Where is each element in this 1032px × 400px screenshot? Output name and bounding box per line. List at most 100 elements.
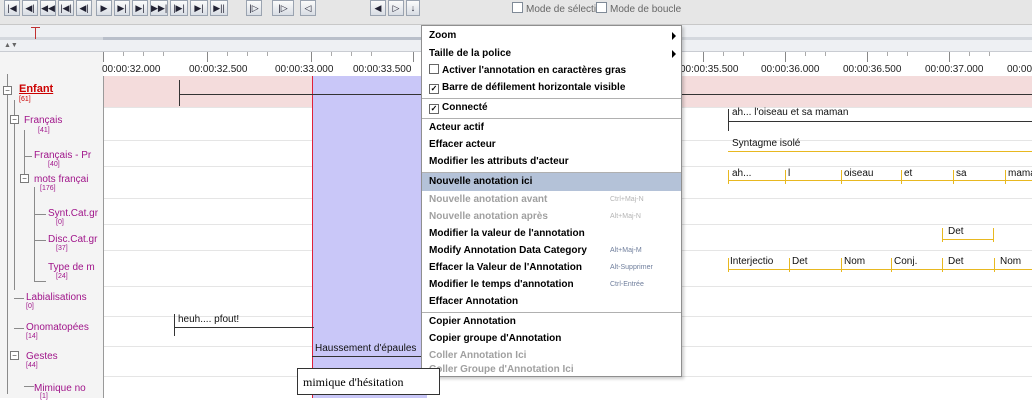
menu-item-modify-annotation-time[interactable]: Modifier le temps d'annotation Ctrl-Entré… bbox=[422, 276, 681, 294]
tier-name-francais[interactable]: Français bbox=[24, 115, 62, 126]
tier-name-gestes[interactable]: Gestes bbox=[26, 351, 58, 362]
go-to-begin-button[interactable]: |◀ bbox=[4, 0, 20, 16]
tier-name-enfant[interactable]: Enfant bbox=[19, 83, 53, 95]
annotation-boundary bbox=[942, 258, 943, 272]
annotation-span bbox=[728, 151, 1032, 152]
annotation-span bbox=[728, 121, 1032, 122]
clear-selection-button[interactable]: |▷ bbox=[272, 0, 294, 16]
menu-item-delete-annotation[interactable]: Effacer Annotation bbox=[422, 293, 681, 311]
annotation-type[interactable]: Interjectio bbox=[730, 256, 773, 267]
play-button[interactable]: ▶ bbox=[96, 0, 112, 16]
context-menu: Zoom Taille de la police Activer l'annot… bbox=[421, 25, 682, 377]
play-selection-button[interactable]: |▷ bbox=[246, 0, 262, 16]
menu-shortcut: Alt-Supprimer bbox=[610, 264, 653, 271]
ruler-tick bbox=[163, 52, 164, 56]
tier-name-synt[interactable]: Synt.Cat.gr bbox=[48, 208, 98, 219]
unchecked-box-icon bbox=[429, 64, 439, 74]
selection-mode-checkbox[interactable]: Mode de sélection bbox=[512, 2, 608, 15]
tier-count-enfant: [61] bbox=[19, 96, 31, 103]
annotation-type[interactable]: Nom bbox=[844, 256, 865, 267]
tier-names-panel: − Enfant [61] − Français [41] Français -… bbox=[0, 52, 104, 400]
menu-item-zoom[interactable]: Zoom bbox=[422, 27, 681, 45]
annotation-francais-pr[interactable]: Syntagme isolé bbox=[732, 138, 800, 149]
tier-name-type[interactable]: Type de m bbox=[48, 262, 95, 273]
collapse-icon[interactable]: − bbox=[20, 174, 29, 183]
annotation-span bbox=[174, 327, 314, 328]
menu-item-delete-speaker[interactable]: Effacer acteur bbox=[422, 136, 681, 154]
down-button[interactable]: ↓ bbox=[406, 0, 420, 16]
annotation-boundary bbox=[728, 258, 729, 272]
menu-item-modify-data-category[interactable]: Modify Annotation Data Category Alt+Maj-M bbox=[422, 242, 681, 260]
loop-mode-checkbox[interactable]: Mode de boucle bbox=[596, 2, 681, 15]
annotation-mot[interactable]: sa bbox=[956, 168, 967, 179]
tier-name-mots[interactable]: mots françai bbox=[34, 174, 88, 185]
overview-cursor[interactable] bbox=[35, 27, 36, 39]
annotation-disc[interactable]: Det bbox=[948, 226, 964, 237]
collapse-arrow-icon[interactable]: ▲▼ bbox=[4, 42, 18, 49]
menu-item-modify-speaker-attributes[interactable]: Modifier les attributs d'acteur bbox=[422, 153, 681, 171]
next-annotation-nav-button[interactable]: ▷ bbox=[388, 0, 404, 16]
menu-label: Connecté bbox=[442, 102, 488, 113]
next-annotation-button[interactable]: ▶| bbox=[190, 0, 208, 16]
annotation-type[interactable]: Det bbox=[792, 256, 808, 267]
menu-item-active-speaker[interactable]: Acteur actif bbox=[422, 119, 681, 137]
menu-item-paste-annotation[interactable]: Coller Annotation Ici bbox=[422, 347, 681, 365]
previous-ms-button[interactable]: ◀| bbox=[76, 0, 92, 16]
menu-item-horizontal-scrollbar[interactable]: ✓ Barre de défilement horizontale visible bbox=[422, 79, 681, 97]
menu-label: Nouvelle anotation avant bbox=[429, 194, 548, 205]
annotation-mot[interactable]: oiseau bbox=[844, 168, 873, 179]
annotation-francais[interactable]: ah... l'oiseau et sa maman bbox=[732, 107, 848, 118]
annotation-mot[interactable]: maman bbox=[1008, 168, 1032, 179]
menu-item-copy-annotation[interactable]: Copier Annotation bbox=[422, 313, 681, 331]
tier-name-disc[interactable]: Disc.Cat.gr bbox=[48, 234, 97, 245]
collapse-icon[interactable]: − bbox=[10, 351, 19, 360]
menu-item-font-size[interactable]: Taille de la police bbox=[422, 45, 681, 63]
menu-item-new-annotation-before[interactable]: Nouvelle anotation avant Ctrl+Maj-N bbox=[422, 191, 681, 209]
next-ms-button[interactable]: ▶| bbox=[114, 0, 130, 16]
ruler-label: 00:00:33.500 bbox=[353, 64, 412, 75]
previous-frame-button[interactable]: ◀| bbox=[22, 0, 38, 16]
menu-item-new-annotation-after[interactable]: Nouvelle anotation après Alt+Maj-N bbox=[422, 208, 681, 226]
annotation-gestes[interactable]: Haussement d'épaules bbox=[315, 343, 416, 354]
menu-label: Activer l'annotation en caractères gras bbox=[442, 65, 627, 76]
tier-name-labialisations[interactable]: Labialisations bbox=[26, 292, 87, 303]
rewind-button[interactable]: ◀◀ bbox=[40, 0, 56, 16]
selection-begin-button[interactable]: ◁ bbox=[300, 0, 316, 16]
tier-name-onomatopees[interactable]: Onomatopées bbox=[26, 322, 89, 333]
menu-item-delete-annotation-value[interactable]: Effacer la Valeur de l'Annotation Alt-Sup… bbox=[422, 259, 681, 277]
annotation-boundary bbox=[789, 258, 790, 272]
menu-item-new-annotation-here[interactable]: Nouvelle anotation ici bbox=[422, 173, 681, 191]
menu-item-modify-annotation-value[interactable]: Modifier la valeur de l'annotation bbox=[422, 225, 681, 243]
annotation-mot[interactable]: l bbox=[788, 168, 790, 179]
menu-label: Nouvelle anotation après bbox=[429, 211, 548, 222]
annotation-mot[interactable]: ah... bbox=[732, 168, 751, 179]
annotation-boundary bbox=[728, 170, 729, 184]
overview-visible-range[interactable] bbox=[103, 37, 423, 40]
checked-box-icon: ✓ bbox=[429, 104, 439, 114]
menu-item-copy-annotation-group[interactable]: Copier groupe d'Annotation bbox=[422, 330, 681, 348]
annotation-mot[interactable]: et bbox=[904, 168, 912, 179]
go-to-end-button[interactable]: ▶|| bbox=[210, 0, 228, 16]
annotation-type[interactable]: Det bbox=[948, 256, 964, 267]
tier-row-mimique[interactable] bbox=[104, 376, 1032, 398]
annotation-boundary bbox=[901, 170, 902, 184]
collapse-icon[interactable]: − bbox=[3, 86, 12, 95]
menu-item-paste-annotation-group[interactable]: Coller Groupe d'Annotation Ici bbox=[422, 364, 681, 375]
annotation-type[interactable]: Nom bbox=[1000, 256, 1021, 267]
tier-name-francais-pr[interactable]: Français - Pr bbox=[34, 150, 91, 161]
selection-mode-label: Mode de sélection bbox=[526, 4, 608, 15]
menu-item-connected[interactable]: ✓ Connecté bbox=[422, 99, 681, 117]
collapse-icon[interactable]: − bbox=[10, 115, 19, 124]
annotation-type[interactable]: Conj. bbox=[894, 256, 917, 267]
previous-pixel-button[interactable]: |◀| bbox=[58, 0, 74, 16]
ruler-tick bbox=[743, 52, 744, 56]
menu-item-bold-annotation[interactable]: Activer l'annotation en caractères gras bbox=[422, 62, 681, 80]
ruler-tick bbox=[887, 52, 888, 56]
checked-box-icon: ✓ bbox=[429, 84, 439, 94]
crosshair-cursor[interactable] bbox=[312, 76, 313, 398]
next-pixel-button[interactable]: ▶| bbox=[132, 0, 148, 16]
fast-forward-button[interactable]: ▶▶| bbox=[150, 0, 168, 16]
annotation-onomatopees[interactable]: heuh.... pfout! bbox=[178, 314, 239, 325]
next-frame-button[interactable]: |▶| bbox=[170, 0, 188, 16]
prev-annotation-nav-button[interactable]: ◀ bbox=[370, 0, 386, 16]
